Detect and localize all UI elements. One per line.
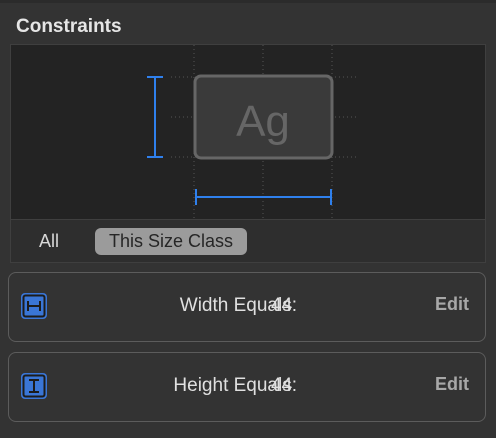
width-constraint-icon [21, 293, 47, 319]
height-constraint-row: Height Equals: 44 Edit [8, 352, 486, 422]
height-edit-button[interactable]: Edit [435, 374, 469, 395]
panel-title: Constraints [16, 16, 122, 37]
width-edit-button[interactable]: Edit [435, 294, 469, 315]
width-bracket [195, 189, 332, 205]
constraints-preview: Ag [10, 44, 486, 221]
height-bracket [147, 76, 163, 158]
sample-text: Ag [236, 97, 290, 146]
height-constraint-icon [21, 373, 47, 399]
width-constraint-row: Width Equals: 44 Edit [8, 272, 486, 342]
height-value: 44 [271, 375, 293, 396]
width-value: 44 [271, 295, 293, 316]
size-class-selector: All This Size Class [10, 220, 486, 263]
segment-all[interactable]: All [39, 228, 59, 255]
segment-this-size-class[interactable]: This Size Class [95, 228, 248, 255]
panel-top-edge [0, 0, 496, 3]
preview-canvas: Ag [147, 45, 356, 221]
